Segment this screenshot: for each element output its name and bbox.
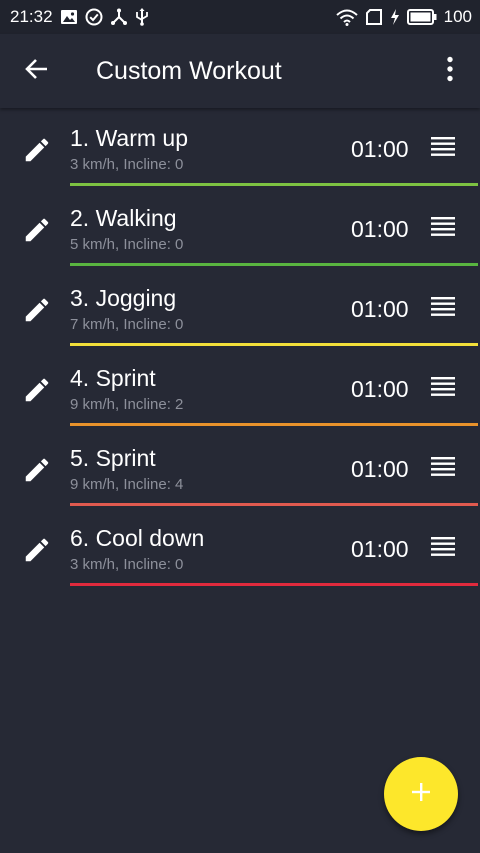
- add-step-button[interactable]: [384, 757, 458, 831]
- edit-step-button[interactable]: [22, 535, 52, 565]
- edit-step-button[interactable]: [22, 135, 52, 165]
- drag-handle[interactable]: [428, 214, 458, 244]
- pencil-icon: [22, 298, 52, 329]
- wifi-icon: [335, 9, 358, 26]
- plus-icon: [410, 781, 432, 808]
- intensity-bar: [70, 263, 478, 266]
- intensity-bar: [70, 423, 478, 426]
- step-detail: 9 km/h, Incline: 2: [70, 396, 184, 413]
- pencil-icon: [22, 458, 52, 489]
- step-name: 6. Cool down: [70, 525, 205, 551]
- drag-handle[interactable]: [428, 294, 458, 324]
- workout-step-row[interactable]: 5. Sprint 9 km/h, Incline: 4 01:00: [0, 428, 480, 508]
- step-detail: 9 km/h, Incline: 4: [70, 476, 184, 493]
- reorder-icon: [430, 456, 456, 483]
- reorder-icon: [430, 536, 456, 563]
- back-button[interactable]: [16, 50, 58, 92]
- page-title: Custom Workout: [96, 57, 282, 85]
- step-name: 2. Walking: [70, 205, 177, 231]
- workout-step-row[interactable]: 3. Jogging 7 km/h, Incline: 0 01:00: [0, 268, 480, 348]
- more-vert-icon: [446, 56, 454, 87]
- workout-step-row[interactable]: 2. Walking 5 km/h, Incline: 0 01:00: [0, 188, 480, 268]
- workout-step-row[interactable]: 4. Sprint 9 km/h, Incline: 2 01:00: [0, 348, 480, 428]
- arrow-left-icon: [24, 56, 50, 87]
- drag-handle[interactable]: [428, 134, 458, 164]
- status-right: 100: [335, 7, 472, 27]
- intensity-bar: [70, 343, 478, 346]
- status-left: 21:32: [10, 7, 149, 27]
- charging-icon: [390, 9, 400, 25]
- battery-icon: [406, 9, 437, 25]
- status-time: 21:32: [10, 7, 53, 26]
- workout-step-row[interactable]: 6. Cool down 3 km/h, Incline: 0 01:00: [0, 508, 480, 588]
- drag-handle[interactable]: [428, 454, 458, 484]
- app-bar: Custom Workout: [0, 34, 480, 108]
- image-icon: [60, 9, 78, 25]
- workout-step-row[interactable]: 1. Warm up 3 km/h, Incline: 0 01:00: [0, 108, 480, 188]
- workout-step-list: 1. Warm up 3 km/h, Incline: 0 01:00 2. W…: [0, 108, 480, 588]
- step-name: 3. Jogging: [70, 285, 177, 311]
- step-name: 1. Warm up: [70, 125, 189, 151]
- pencil-icon: [22, 138, 52, 169]
- reorder-icon: [430, 216, 456, 243]
- step-name: 4. Sprint: [70, 365, 156, 391]
- step-detail: 5 km/h, Incline: 0: [70, 236, 184, 253]
- intensity-bar: [70, 583, 478, 586]
- step-duration: 01:00: [351, 296, 409, 322]
- intensity-bar: [70, 183, 478, 186]
- drag-handle[interactable]: [428, 374, 458, 404]
- sim-icon: [365, 9, 383, 25]
- pencil-icon: [22, 378, 52, 409]
- step-duration: 01:00: [351, 376, 409, 402]
- status-bar: 21:32 100: [0, 0, 480, 34]
- overflow-menu-button[interactable]: [430, 50, 470, 92]
- step-duration: 01:00: [351, 536, 409, 562]
- step-duration: 01:00: [351, 456, 409, 482]
- edit-step-button[interactable]: [22, 215, 52, 245]
- step-detail: 3 km/h, Incline: 0: [70, 556, 184, 573]
- reorder-icon: [430, 296, 456, 323]
- step-duration: 01:00: [351, 216, 409, 242]
- reorder-icon: [430, 136, 456, 163]
- step-duration: 01:00: [351, 136, 409, 162]
- edit-step-button[interactable]: [22, 295, 52, 325]
- check-circle-icon: [85, 8, 103, 26]
- edit-step-button[interactable]: [22, 375, 52, 405]
- usb-icon: [135, 8, 149, 26]
- step-name: 5. Sprint: [70, 445, 156, 471]
- step-detail: 7 km/h, Incline: 0: [70, 316, 184, 333]
- battery-level: 100: [443, 7, 472, 26]
- usb-tether-icon: [110, 8, 128, 26]
- drag-handle[interactable]: [428, 534, 458, 564]
- intensity-bar: [70, 503, 478, 506]
- step-detail: 3 km/h, Incline: 0: [70, 156, 184, 173]
- pencil-icon: [22, 218, 52, 249]
- pencil-icon: [22, 538, 52, 569]
- edit-step-button[interactable]: [22, 455, 52, 485]
- reorder-icon: [430, 376, 456, 403]
